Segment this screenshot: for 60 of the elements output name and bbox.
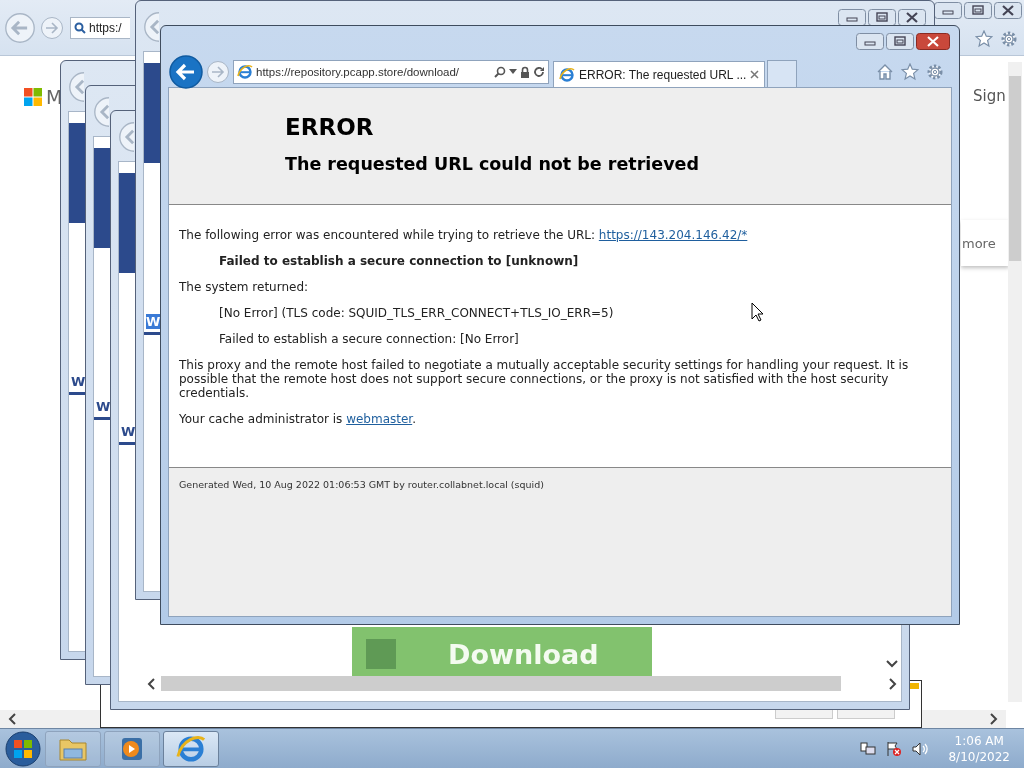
browser-icon [237,64,253,80]
heading-fragment: W [96,399,111,414]
back-button[interactable] [168,54,204,90]
error-detail: [No Error] (TLS code: SQUID_TLS_ERR_CONNECT+TLS_IO_ERR=5) [219,306,614,320]
network-icon[interactable] [860,740,877,757]
url-link[interactable]: https://143.204.146.42/* [598,228,748,242]
maximize-button[interactable] [886,33,914,50]
explanation-text: This proxy and the remote host failed to negotiate a mutually acceptable security settings for handling your request. It is possible that the remote host does not support secure connections, or the proxy is not satisfied with the host security credentials. [179,358,910,400]
taskbar-button[interactable] [163,730,219,767]
heading-fragment: W [146,314,161,329]
close-button[interactable] [994,2,1022,19]
scrollbar-thumb[interactable] [161,676,841,691]
minimize-button[interactable] [838,9,866,26]
more-link[interactable]: more [961,235,996,251]
logo-icon [24,88,42,106]
browser-icon [176,733,206,764]
speaker-icon[interactable] [912,740,929,757]
cursor-icon [751,302,764,322]
system-returned-label: The system returned: [179,280,310,294]
address-field[interactable]: https://repository.pcapp.store/download/ [233,60,549,84]
favorites-icon[interactable] [975,30,993,48]
dropdown-icon[interactable] [509,69,517,75]
admin-text: Your cache administrator is webmaster. [179,412,417,426]
settings-icon[interactable] [1000,30,1018,48]
settings-icon[interactable] [926,63,944,81]
flag-icon[interactable] [886,740,903,757]
generated-footer: Generated Wed, 10 Aug 2022 01:06:53 GMT by router.collabnet.local (squid) [169,468,951,501]
scroll-left-icon[interactable] [8,712,18,726]
close-icon[interactable] [750,70,760,79]
minimize-button[interactable] [934,2,962,19]
error-intro: The following error was encountered while trying to retrieve the URL: https://143.204.146.42/* [179,228,749,242]
heading-fragment: W [121,424,136,439]
error-subtitle: The requested URL could not be retrieved [285,154,700,174]
maximize-button[interactable] [868,9,896,26]
scroll-right-icon[interactable] [988,712,998,726]
favorites-icon[interactable] [901,63,919,81]
taskbar-button[interactable] [104,730,160,767]
close-button[interactable] [916,33,950,50]
media-player-icon [119,735,145,762]
webmaster-link[interactable]: webmaster [346,412,413,426]
error-detail: Failed to establish a secure connection: [No Error] [219,332,519,346]
scroll-left-icon[interactable] [147,676,157,691]
home-icon[interactable] [876,63,894,81]
address-field[interactable]: https:/ [70,16,130,39]
refresh-icon[interactable] [533,66,545,78]
sign-in-link[interactable]: Sign [973,87,1006,105]
scroll-down-icon[interactable] [885,659,899,669]
lock-icon [520,66,530,78]
error-title: ERROR [285,114,375,140]
heading-fragment: W [71,374,86,389]
search-icon[interactable] [494,66,506,78]
browser-tab[interactable]: ERROR: The requested URL ... [553,61,766,87]
scroll-right-icon[interactable] [887,676,897,691]
maximize-button[interactable] [964,2,992,19]
browser-icon [559,66,575,83]
start-button[interactable] [4,729,42,768]
close-button[interactable] [898,9,926,26]
search-icon [74,21,86,34]
failure-message: Failed to establish a secure connection to [unknown] [219,254,579,268]
scrollbar-thumb[interactable] [1009,76,1021,261]
